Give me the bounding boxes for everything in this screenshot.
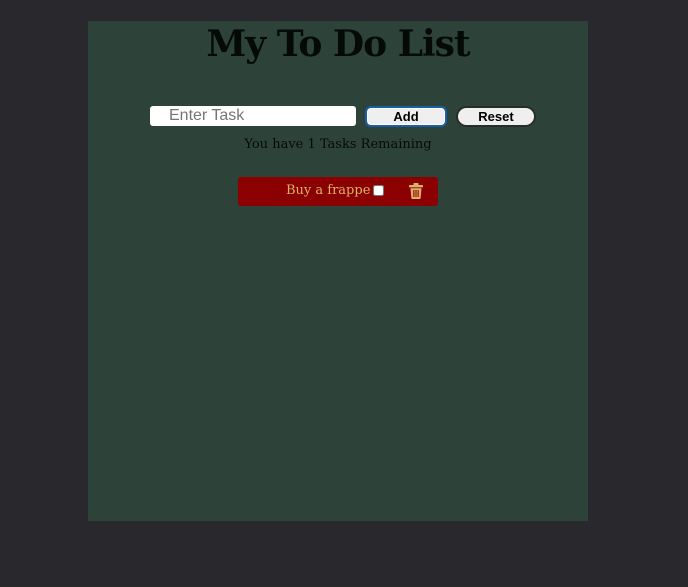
task-item-text: Buy a frappe xyxy=(286,183,371,198)
add-button[interactable]: Add xyxy=(365,106,447,127)
task-complete-checkbox[interactable] xyxy=(373,185,384,196)
reset-button[interactable]: Reset xyxy=(456,106,536,127)
task-item: Buy a frappe xyxy=(238,177,438,206)
task-input[interactable] xyxy=(150,106,356,126)
tasks-remaining-text: You have 1 Tasks Remaining xyxy=(244,137,432,152)
trash-icon[interactable] xyxy=(409,183,423,199)
todo-app: My To Do List Add Reset You have 1 Tasks… xyxy=(88,21,588,521)
page-title: My To Do List xyxy=(206,23,470,65)
